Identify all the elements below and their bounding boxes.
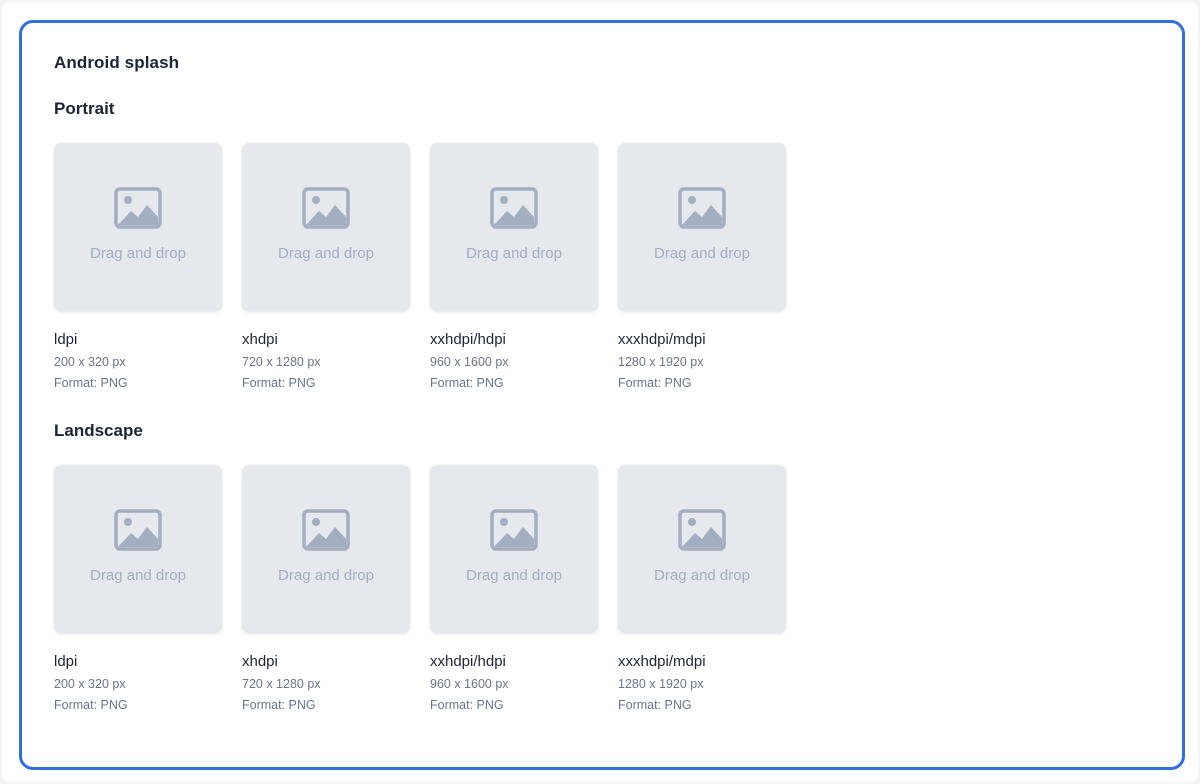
resolution-name: xxhdpi/hdpi (430, 331, 506, 348)
splash-item: Drag and drop ldpi 200 x 320 px Format: … (54, 465, 222, 713)
resolution-format: Format: PNG (618, 698, 692, 712)
drop-label: Drag and drop (278, 245, 374, 262)
drop-label: Drag and drop (278, 567, 374, 584)
image-icon (302, 187, 350, 229)
image-icon (490, 509, 538, 551)
image-icon (678, 509, 726, 551)
panel-title: Android splash (54, 53, 180, 72)
drop-zone[interactable]: Drag and drop (242, 465, 410, 633)
resolution-name: xxxhdpi/mdpi (618, 331, 706, 348)
resolution-name: xxhdpi/hdpi (430, 653, 506, 670)
image-icon (114, 509, 162, 551)
resolution-size: 960 x 1600 px (430, 677, 509, 691)
resolution-name: ldpi (54, 331, 78, 348)
android-splash-panel: Android splash Portrait Drag and drop ld… (19, 20, 1185, 770)
drop-zone[interactable]: Drag and drop (618, 465, 786, 633)
portrait-row: Drag and drop ldpi 200 x 320 px Format: … (54, 143, 786, 391)
drop-zone[interactable]: Drag and drop (430, 465, 598, 633)
drop-zone[interactable]: Drag and drop (430, 143, 598, 311)
image-icon (302, 509, 350, 551)
section-title-landscape: Landscape (54, 421, 143, 440)
resolution-format: Format: PNG (430, 376, 504, 390)
drop-zone[interactable]: Drag and drop (54, 465, 222, 633)
drop-label: Drag and drop (466, 245, 562, 262)
splash-item: Drag and drop xhdpi 720 x 1280 px Format… (242, 143, 410, 391)
splash-item: Drag and drop xxhdpi/hdpi 960 x 1600 px … (430, 143, 598, 391)
splash-item: Drag and drop xxxhdpi/mdpi 1280 x 1920 p… (618, 143, 786, 391)
resolution-size: 1280 x 1920 px (618, 677, 704, 691)
drop-zone[interactable]: Drag and drop (54, 143, 222, 311)
image-icon (678, 187, 726, 229)
resolution-size: 960 x 1600 px (430, 355, 509, 369)
drop-label: Drag and drop (654, 567, 750, 584)
resolution-format: Format: PNG (618, 376, 692, 390)
resolution-size: 720 x 1280 px (242, 677, 321, 691)
landscape-row: Drag and drop ldpi 200 x 320 px Format: … (54, 465, 786, 713)
splash-item: Drag and drop xxhdpi/hdpi 960 x 1600 px … (430, 465, 598, 713)
resolution-format: Format: PNG (430, 698, 504, 712)
image-icon (114, 187, 162, 229)
resolution-format: Format: PNG (242, 376, 316, 390)
splash-item: Drag and drop ldpi 200 x 320 px Format: … (54, 143, 222, 391)
resolution-size: 720 x 1280 px (242, 355, 321, 369)
splash-item: Drag and drop xhdpi 720 x 1280 px Format… (242, 465, 410, 713)
resolution-format: Format: PNG (54, 698, 128, 712)
drop-label: Drag and drop (466, 567, 562, 584)
resolution-size: 200 x 320 px (54, 355, 126, 369)
resolution-format: Format: PNG (54, 376, 128, 390)
resolution-format: Format: PNG (242, 698, 316, 712)
drop-label: Drag and drop (654, 245, 750, 262)
resolution-name: xhdpi (242, 653, 278, 670)
image-icon (490, 187, 538, 229)
drop-label: Drag and drop (90, 567, 186, 584)
resolution-name: xxxhdpi/mdpi (618, 653, 706, 670)
drop-zone[interactable]: Drag and drop (242, 143, 410, 311)
drop-label: Drag and drop (90, 245, 186, 262)
section-title-portrait: Portrait (54, 99, 115, 118)
page-background: Android splash Portrait Drag and drop ld… (2, 2, 1198, 782)
resolution-size: 200 x 320 px (54, 677, 126, 691)
drop-zone[interactable]: Drag and drop (618, 143, 786, 311)
resolution-name: ldpi (54, 653, 78, 670)
splash-item: Drag and drop xxxhdpi/mdpi 1280 x 1920 p… (618, 465, 786, 713)
resolution-size: 1280 x 1920 px (618, 355, 704, 369)
resolution-name: xhdpi (242, 331, 278, 348)
